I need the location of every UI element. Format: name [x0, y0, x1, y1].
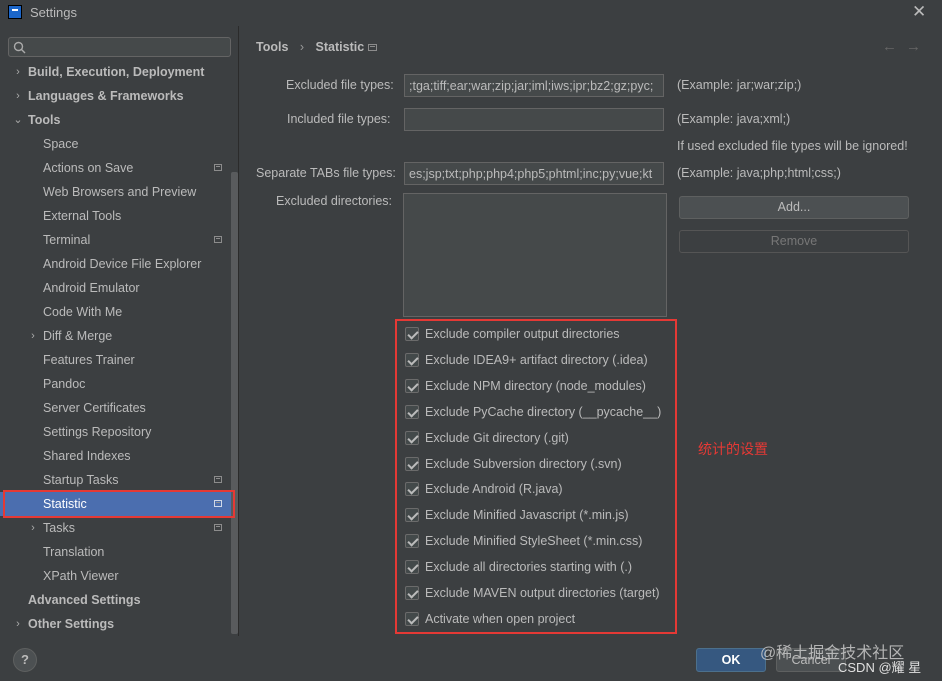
tabs-types-label: Separate TABs file types: — [256, 166, 396, 180]
add-button[interactable]: Add... — [679, 196, 909, 219]
remove-button[interactable]: Remove — [679, 230, 909, 253]
breadcrumb: Tools › Statistic — [256, 40, 372, 56]
watermark-csdn: CSDN @耀 星 — [838, 660, 922, 675]
sidebar-item-xpath-viewer[interactable]: XPath Viewer — [0, 564, 231, 588]
sidebar-item-pandoc[interactable]: Pandoc — [0, 372, 231, 396]
sidebar-item-label: Features Trainer — [43, 353, 135, 367]
annotation-label: 统计的设置 — [698, 441, 768, 457]
sidebar-item-actions-on-save[interactable]: Actions on Save — [0, 156, 231, 180]
project-scope-icon — [214, 164, 222, 171]
sidebar-item-code-with-me[interactable]: Code With Me — [0, 300, 231, 324]
sidebar-item-label: Settings Repository — [43, 425, 152, 439]
back-arrow-icon[interactable]: ← — [882, 38, 897, 55]
excluded-types-label: Excluded file types: — [286, 78, 394, 92]
sidebar-item-build-execution-deployment[interactable]: › Build, Execution, Deployment — [0, 60, 231, 84]
sidebar-item-startup-tasks[interactable]: Startup Tasks — [0, 468, 231, 492]
sidebar-item-label: External Tools — [43, 209, 122, 223]
sidebar-item-label: Pandoc — [43, 377, 86, 391]
sidebar-item-languages-frameworks[interactable]: › Languages & Frameworks — [0, 84, 231, 108]
title-bar: Settings ✕ — [0, 0, 942, 26]
sidebar-item-label: Other Settings — [28, 617, 115, 631]
excluded-types-hint: (Example: jar;war;zip;) — [677, 78, 802, 92]
project-scope-icon — [214, 524, 222, 531]
sidebar-item-label: Translation — [43, 545, 105, 559]
chevron-right-icon[interactable]: › — [13, 60, 23, 84]
highlight-box-options — [395, 319, 677, 634]
sidebar-item-terminal[interactable]: Terminal — [0, 228, 231, 252]
sidebar-item-diff-merge[interactable]: › Diff & Merge — [0, 324, 231, 348]
excluded-types-input[interactable] — [405, 75, 663, 96]
sidebar-item-other-settings[interactable]: › Other Settings — [0, 612, 231, 636]
sidebar-item-label: Server Certificates — [43, 401, 146, 415]
breadcrumb-parent[interactable]: Tools — [256, 40, 288, 54]
sidebar-item-shared-indexes[interactable]: Shared Indexes — [0, 444, 231, 468]
sidebar-scrollbar[interactable] — [231, 172, 238, 634]
sidebar-item-label: Build, Execution, Deployment — [28, 65, 205, 79]
sidebar-item-server-certificates[interactable]: Server Certificates — [0, 396, 231, 420]
sidebar-item-android-emulator[interactable]: Android Emulator — [0, 276, 231, 300]
included-types-field[interactable] — [404, 108, 664, 131]
sidebar-item-settings-repository[interactable]: Settings Repository — [0, 420, 231, 444]
chevron-down-icon[interactable]: ⌄ — [13, 108, 23, 132]
sidebar-item-tools[interactable]: ⌄ Tools — [0, 108, 231, 132]
sidebar-item-label: Languages & Frameworks — [28, 89, 184, 103]
tabs-types-input[interactable] — [405, 163, 663, 184]
chevron-right-icon[interactable]: › — [28, 516, 38, 540]
excluded-types-field[interactable] — [404, 74, 664, 97]
intellij-icon — [8, 5, 22, 19]
breadcrumb-separator: › — [299, 40, 305, 54]
breadcrumb-current: Statistic — [315, 40, 365, 54]
forward-arrow-icon[interactable]: → — [906, 38, 921, 55]
sidebar-item-external-tools[interactable]: External Tools — [0, 204, 231, 228]
sidebar-item-advanced-settings[interactable]: Advanced Settings — [0, 588, 231, 612]
tabs-types-field[interactable] — [404, 162, 664, 185]
settings-sidebar: › Build, Execution, Deployment › Languages … — [0, 26, 239, 636]
project-scope-icon — [368, 44, 377, 51]
sidebar-item-label: Android Emulator — [43, 281, 140, 295]
sidebar-item-label: XPath Viewer — [43, 569, 119, 583]
close-icon[interactable]: ✕ — [912, 2, 926, 22]
chevron-right-icon[interactable]: › — [13, 84, 23, 108]
tabs-types-hint: (Example: java;php;html;css;) — [677, 166, 841, 180]
sidebar-item-label: Shared Indexes — [43, 449, 131, 463]
sidebar-item-label: Tasks — [43, 521, 75, 535]
sidebar-item-label: Android Device File Explorer — [43, 257, 202, 271]
sidebar-item-label: Code With Me — [43, 305, 123, 319]
included-types-hint: (Example: java;xml;) — [677, 112, 791, 126]
ok-button[interactable]: OK — [696, 648, 766, 672]
sidebar-item-label: Web Browsers and Preview — [43, 185, 197, 199]
sidebar-item-label: Actions on Save — [43, 161, 134, 175]
sidebar-item-features-trainer[interactable]: Features Trainer — [0, 348, 231, 372]
ignored-note: If used excluded file types will be igno… — [677, 139, 908, 153]
sidebar-item-tasks[interactable]: › Tasks — [0, 516, 231, 540]
included-types-input[interactable] — [405, 109, 663, 130]
sidebar-item-label: Diff & Merge — [43, 329, 113, 343]
sidebar-item-web-browsers-and-preview[interactable]: Web Browsers and Preview — [0, 180, 231, 204]
window-title: Settings — [30, 5, 77, 20]
search-icon — [13, 41, 26, 54]
project-scope-icon — [214, 236, 222, 243]
excluded-dirs-list[interactable] — [403, 193, 667, 317]
sidebar-item-label: Advanced Settings — [28, 593, 141, 607]
highlight-box-statistic — [3, 490, 235, 518]
sidebar-item-android-device-file-explorer[interactable]: Android Device File Explorer — [0, 252, 231, 276]
included-types-label: Included file types: — [287, 112, 391, 126]
settings-search[interactable] — [8, 37, 231, 57]
excluded-dirs-label: Excluded directories: — [276, 194, 393, 208]
search-input[interactable] — [31, 39, 225, 57]
sidebar-item-label: Terminal — [43, 233, 91, 247]
sidebar-item-translation[interactable]: Translation — [0, 540, 231, 564]
project-scope-icon — [214, 476, 222, 483]
sidebar-item-space[interactable]: Space — [0, 132, 231, 156]
sidebar-item-label: Space — [43, 137, 79, 151]
chevron-right-icon[interactable]: › — [13, 612, 23, 636]
sidebar-item-label: Tools — [28, 113, 61, 127]
help-button[interactable]: ? — [13, 648, 37, 672]
sidebar-item-label: Startup Tasks — [43, 473, 119, 487]
chevron-right-icon[interactable]: › — [28, 324, 38, 348]
